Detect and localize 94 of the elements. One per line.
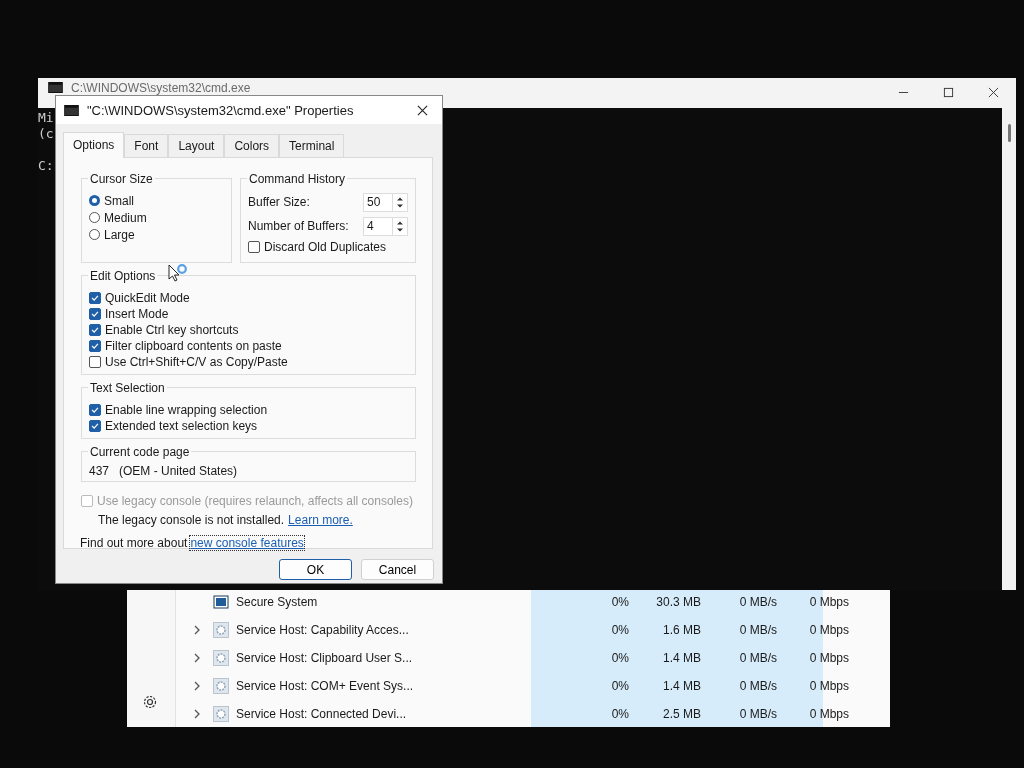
checkbox[interactable]: [89, 404, 101, 416]
console-icon: [48, 82, 63, 93]
process-row[interactable]: Service Host: Connected Devi... 0% 2.5 MB 0 MB/s 0 Mbps: [176, 700, 890, 728]
option-label: Use Ctrl+Shift+C/V as Copy/Paste: [105, 355, 288, 369]
disk-value: 0 MB/s: [738, 623, 777, 637]
dialog-title: "C:\WINDOWS\system32\cmd.exe" Properties: [87, 102, 354, 118]
checkbox[interactable]: [89, 308, 101, 320]
memory-value: 2.5 MB: [662, 707, 701, 721]
option-label: Medium: [104, 210, 147, 225]
checkbox[interactable]: [89, 292, 101, 304]
settings-icon[interactable]: [142, 694, 158, 710]
chevron-icon[interactable]: [193, 652, 201, 664]
chevron-icon[interactable]: [193, 624, 201, 636]
network-value: 0 Mbps: [808, 679, 849, 693]
option-label: Discard Old Duplicates: [264, 239, 387, 254]
tab[interactable]: Layout: [168, 134, 225, 157]
radio-button[interactable]: [89, 229, 100, 240]
dialog-button[interactable]: Cancel: [361, 559, 434, 580]
note-text: The legacy console is not installed.: [98, 513, 285, 527]
window-title: C:\WINDOWS\system32\cmd.exe: [71, 82, 251, 95]
option-label: QuickEdit Mode: [105, 291, 190, 305]
dialog-button[interactable]: OK: [279, 559, 352, 580]
gear-icon: [213, 650, 229, 666]
process-name: Service Host: COM+ Event Sys...: [236, 679, 415, 693]
gear-icon: [213, 622, 229, 638]
footer-text: Find out more about: [80, 536, 188, 550]
option-label: Enable line wrapping selection: [105, 403, 268, 417]
code-page-value: 437 (OEM - United States): [89, 464, 238, 478]
disk-value: 0 MB/s: [738, 651, 777, 665]
option-label: Large: [104, 227, 135, 242]
radio-button[interactable]: [89, 212, 100, 223]
chevron-icon[interactable]: [193, 680, 201, 692]
cpu-value: 0%: [610, 679, 629, 693]
spin-field[interactable]: 50: [363, 192, 408, 212]
features-link[interactable]: new console features: [190, 536, 304, 550]
checkbox[interactable]: [89, 356, 101, 368]
group-title: Edit Options: [88, 269, 158, 283]
disk-value: 0 MB/s: [738, 679, 777, 693]
cpu-value: 0%: [610, 623, 629, 637]
checkbox[interactable]: [89, 324, 101, 336]
close-icon[interactable]: [988, 87, 999, 98]
console-icon: [64, 104, 79, 116]
close-icon[interactable]: [417, 104, 428, 116]
network-value: 0 Mbps: [808, 623, 849, 637]
process-name: Service Host: Capability Acces...: [236, 623, 410, 637]
field-label: Buffer Size:: [248, 195, 310, 209]
tab[interactable]: Options: [63, 132, 125, 158]
network-value: 0 Mbps: [808, 595, 849, 609]
network-value: 0 Mbps: [808, 707, 849, 721]
memory-value: 1.6 MB: [662, 623, 701, 637]
checkbox[interactable]: [89, 340, 101, 352]
group-title: Text Selection: [88, 381, 167, 395]
tab[interactable]: Font: [124, 134, 169, 157]
group-title: Cursor Size: [88, 172, 155, 186]
cpu-value: 0%: [610, 651, 629, 665]
cpu-value: 0%: [610, 595, 629, 609]
option-label: Filter clipboard contents on paste: [105, 339, 282, 353]
checkbox[interactable]: [89, 420, 101, 432]
console-text: Mi: [38, 110, 54, 125]
console-text: (c: [38, 126, 54, 141]
scrollbar-thumb[interactable]: [1008, 124, 1011, 142]
process-row[interactable]: Service Host: Clipboard User S... 0% 1.4 MB 0 MB/s 0 Mbps: [176, 644, 890, 672]
radio-button[interactable]: [89, 195, 100, 206]
window-icon: [213, 594, 229, 610]
memory-value: 30.3 MB: [655, 595, 701, 609]
option-label: Extended text selection keys: [105, 419, 258, 433]
gear-icon: [213, 706, 229, 722]
group-title: Current code page: [88, 445, 192, 459]
tab[interactable]: Terminal: [279, 134, 345, 157]
memory-value: 1.4 MB: [662, 679, 701, 693]
console-text: C:: [38, 158, 54, 173]
cpu-value: 0%: [610, 707, 629, 721]
network-value: 0 Mbps: [808, 651, 849, 665]
option-label: Small: [104, 193, 134, 208]
checkbox[interactable]: [248, 240, 260, 253]
process-row[interactable]: Service Host: Capability Acces... 0% 1.6 MB 0 MB/s 0 Mbps: [176, 616, 890, 644]
process-name: Service Host: Connected Devi...: [236, 707, 408, 721]
tab[interactable]: Colors: [224, 134, 280, 157]
disk-value: 0 MB/s: [738, 707, 777, 721]
process-row[interactable]: Secure System 0% 30.3 MB 0 MB/s 0 Mbps: [176, 588, 890, 616]
maximize-icon[interactable]: [943, 87, 954, 98]
gear-icon: [213, 678, 229, 694]
chevron-icon[interactable]: [193, 708, 201, 720]
process-name: Service Host: Clipboard User S...: [236, 651, 414, 665]
process-name: Secure System: [236, 595, 319, 609]
group-title: Command History: [247, 172, 348, 186]
option-label: Enable Ctrl key shortcuts: [105, 323, 239, 337]
option-label: Insert Mode: [105, 307, 169, 321]
memory-value: 1.4 MB: [662, 651, 701, 665]
spin-field[interactable]: 4: [363, 216, 408, 236]
field-label: Number of Buffers:: [248, 219, 349, 233]
disk-value: 0 MB/s: [738, 595, 777, 609]
option-label: Use legacy console (requires relaunch, affects all consoles): [97, 493, 413, 508]
process-row[interactable]: Service Host: COM+ Event Sys... 0% 1.4 MB 0 MB/s 0 Mbps: [176, 672, 890, 700]
